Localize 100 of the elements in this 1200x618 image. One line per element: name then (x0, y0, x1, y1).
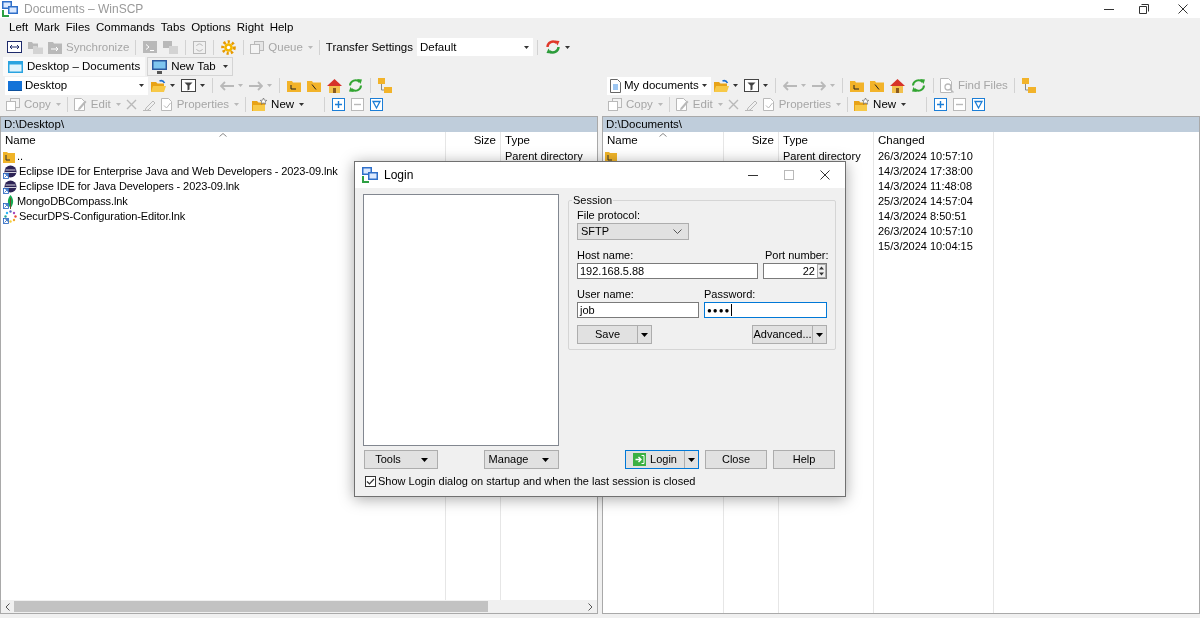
modified-time: 14/3/2024 11:48:08 (878, 179, 972, 194)
dialog-button[interactable]: Close (705, 450, 767, 469)
tab[interactable]: Desktop – Documents (3, 57, 146, 76)
house-icon[interactable] (327, 78, 342, 93)
menu-item[interactable]: Right (233, 20, 267, 35)
tab[interactable]: New Tab (147, 57, 233, 76)
file-type: Parent directory (505, 149, 583, 164)
file-name[interactable]: MongoDBCompass.lnk (17, 194, 128, 209)
app-logo-icon (362, 167, 378, 183)
caret-icon (702, 84, 707, 87)
scroll-right-icon[interactable] (588, 602, 593, 611)
menu-item[interactable]: Mark (31, 20, 63, 35)
app-logo-icon (2, 1, 18, 17)
caret-icon[interactable] (763, 84, 768, 87)
striped-disc-shortcut-icon (3, 179, 17, 194)
minimize-icon[interactable] (748, 174, 758, 176)
funnel-box-icon[interactable] (972, 98, 986, 111)
dialog-button[interactable]: Help (773, 450, 835, 469)
folder-tree-icon[interactable] (1021, 78, 1036, 93)
split-button[interactable]: Login (625, 450, 699, 469)
circular-arrows-icon[interactable] (544, 39, 561, 55)
menu-item[interactable]: Files (62, 20, 94, 35)
file-name[interactable]: SecurDPS-Configuration-Editor.lnk (19, 209, 186, 224)
scrollbar-thumb[interactable] (14, 601, 488, 612)
house-icon[interactable] (890, 78, 905, 93)
scroll-left-icon[interactable] (5, 602, 10, 611)
settings-icon[interactable] (221, 39, 237, 55)
toolbar-button[interactable]: New (250, 95, 307, 114)
dropdown-button[interactable]: Tools (364, 450, 438, 469)
folder-slash-icon[interactable] (307, 79, 321, 92)
close-icon[interactable] (1178, 4, 1188, 14)
column-header[interactable]: Name (1, 132, 445, 149)
monitor-icon (152, 59, 168, 74)
file-name[interactable]: Eclipse IDE for Java Developers - 2023-09.lnk (19, 179, 240, 194)
menu-item[interactable]: Tabs (157, 20, 189, 35)
page-pencil-icon (675, 98, 689, 111)
folder-up-icon (3, 150, 15, 163)
column-header[interactable]: Size (724, 132, 778, 149)
dialog-title: Login (384, 167, 414, 183)
funnel-icon[interactable] (744, 79, 759, 92)
plus-box-icon[interactable] (332, 98, 346, 111)
double-arrow-box-icon[interactable] (7, 41, 22, 53)
text-field[interactable]: 192.168.5.88 (577, 263, 758, 279)
location-dropdown[interactable]: Desktop (5, 76, 148, 95)
column-header[interactable]: Size (446, 132, 500, 149)
menu-item[interactable]: Help (266, 20, 297, 35)
caret-icon (234, 103, 240, 106)
group-label: Session (572, 194, 614, 207)
horizontal-scrollbar[interactable] (1, 600, 597, 613)
restore-icon[interactable] (1139, 4, 1149, 14)
caret-icon[interactable] (200, 84, 205, 87)
checkbox-label[interactable]: Show Login dialog on startup and when the last session is closed (378, 475, 696, 488)
column-header[interactable]: Name (603, 132, 723, 149)
caret-icon[interactable] (733, 84, 738, 87)
close-icon[interactable] (820, 170, 830, 180)
dropdown-button[interactable]: Manage (484, 450, 559, 469)
funnel-box-icon[interactable] (370, 98, 384, 111)
file-name[interactable]: .. (17, 149, 23, 164)
open-folder-icon[interactable] (151, 79, 166, 92)
funnel-icon[interactable] (181, 79, 196, 92)
modified-time: 14/3/2024 17:38:00 (878, 164, 973, 179)
refresh-icon[interactable] (911, 78, 926, 93)
file-name[interactable]: Eclipse IDE for Enterprise Java and Web Developers - 2023-09.lnk (19, 164, 338, 179)
plus-box-icon[interactable] (934, 98, 948, 111)
refresh-icon[interactable] (348, 78, 363, 93)
modified-time: 14/3/2024 8:50:51 (878, 209, 967, 224)
column-header[interactable]: Type (501, 132, 597, 149)
window-icon (8, 60, 23, 73)
stacked-pages-icon (250, 40, 265, 54)
toolbar-button[interactable]: New (852, 95, 909, 114)
caret-icon[interactable] (222, 65, 228, 68)
column-header[interactable]: Changed (874, 132, 993, 149)
modified-time: 15/3/2024 10:04:15 (878, 239, 973, 254)
checkbox[interactable] (365, 476, 376, 487)
minimize-icon[interactable] (1104, 8, 1114, 10)
protocol-dropdown[interactable]: SFTP (577, 223, 689, 240)
column-header[interactable]: Type (779, 132, 873, 149)
folder-up-icon[interactable] (287, 79, 301, 92)
caret-icon[interactable] (170, 84, 175, 87)
sort-caret-icon (659, 133, 667, 137)
folder-slash-icon[interactable] (870, 79, 884, 92)
folder-tree-icon[interactable] (378, 78, 392, 93)
menu-item[interactable]: Left (6, 20, 32, 35)
caret-icon[interactable] (564, 45, 570, 49)
caret-icon (657, 103, 663, 106)
dropdown-field[interactable]: Default (416, 38, 533, 56)
folder-up-icon[interactable] (850, 79, 864, 92)
open-folder-icon[interactable] (714, 79, 729, 92)
location-dropdown[interactable]: My documents (607, 76, 711, 95)
menu-item[interactable]: Commands (93, 20, 158, 35)
menu-item[interactable]: Options (188, 20, 234, 35)
text-field[interactable]: job (577, 302, 699, 318)
split-button[interactable]: Save (577, 325, 652, 344)
text-field[interactable]: 22 (763, 263, 827, 279)
text-field[interactable]: ●●●● (704, 302, 827, 318)
caret-icon (139, 84, 144, 87)
triangle-down-icon (688, 457, 695, 462)
field-label: Password: (704, 288, 756, 301)
split-button[interactable]: Advanced... (752, 325, 827, 344)
triangle-down-icon (541, 457, 549, 462)
